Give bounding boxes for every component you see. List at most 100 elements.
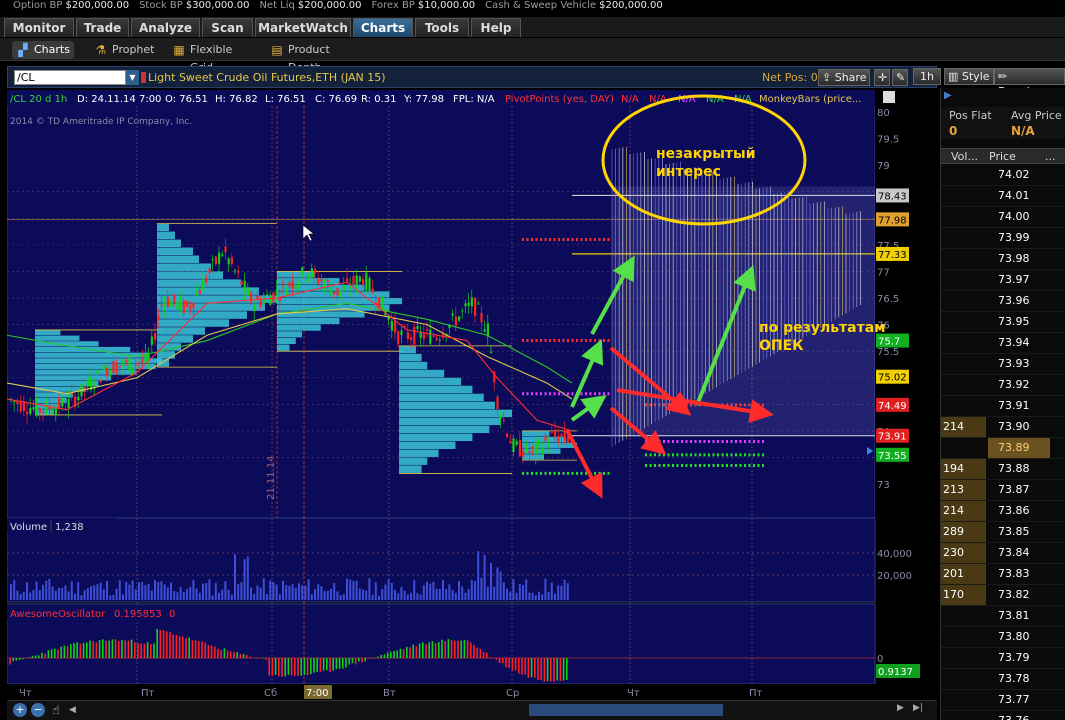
dom-price-cell[interactable]: 73.98 [988,249,1050,269]
subtab-flexible-grid[interactable]: ▦Flexible Grid [168,41,254,74]
dom-row[interactable]: 213 73.87 [941,480,1065,501]
collapse-arrow-icon[interactable]: ▶ [944,90,952,101]
dom-row[interactable]: 289 73.85 [941,522,1065,543]
scroll-left-icon[interactable]: ◀ [69,703,81,717]
dom-price-cell[interactable]: 73.83 [988,564,1050,584]
dom-price-cell[interactable]: 73.78 [988,669,1050,689]
tab-monitor[interactable]: Monitor [4,18,74,37]
style-button[interactable]: ▥ Style [944,68,994,85]
zoom-out-icon[interactable]: − [31,703,45,717]
subtab-charts[interactable]: ▞ Charts [12,41,74,59]
dom-volume-cell[interactable] [941,354,986,374]
symbol-input[interactable]: /CL [14,70,126,85]
dom-row[interactable]: 73.93 [941,354,1065,375]
dom-price-cell[interactable]: 73.82 [988,585,1050,605]
dom-volume-cell[interactable]: 213 [941,480,986,500]
dom-price-cell[interactable]: 73.93 [988,354,1050,374]
chart-scrollbar-thumb[interactable] [529,704,723,716]
dom-row[interactable]: 73.96 [941,291,1065,312]
dom-volume-cell[interactable] [941,207,986,227]
scroll-end-icon[interactable]: ▶| [913,703,927,717]
tab-marketwatch[interactable]: MarketWatch [255,18,351,37]
dom-row[interactable]: 73.76 [941,711,1065,720]
dom-volume-cell[interactable] [941,186,986,206]
dom-volume-cell[interactable] [941,606,986,626]
crosshair-tool-button[interactable]: ✛ [874,69,890,86]
dom-volume-cell[interactable] [941,711,986,720]
dom-price-cell[interactable]: 73.79 [988,648,1050,668]
dom-row[interactable]: 230 73.84 [941,543,1065,564]
dom-row[interactable]: 73.91 [941,396,1065,417]
dom-row[interactable]: 74.02 [941,165,1065,186]
dom-row[interactable]: 73.77 [941,690,1065,711]
dom-volume-cell[interactable] [941,333,986,353]
dom-price-cell[interactable]: 73.95 [988,312,1050,332]
dom-volume-cell[interactable] [941,438,986,458]
subtab-product-depth[interactable]: ▤Product Depth [266,41,364,74]
dom-volume-cell[interactable] [941,249,986,269]
dom-volume-cell[interactable] [941,165,986,185]
dom-volume-cell[interactable] [941,669,986,689]
dom-volume-cell[interactable] [941,291,986,311]
dom-row[interactable]: 73.89 [941,438,1065,459]
dom-col-volume[interactable]: Vol... [951,150,978,163]
dom-row[interactable]: 73.95 [941,312,1065,333]
dom-volume-cell[interactable] [941,270,986,290]
tab-trade[interactable]: Trade [76,18,129,37]
dom-price-cell[interactable]: 73.92 [988,375,1050,395]
tab-help[interactable]: Help [471,18,521,37]
dom-price-cell[interactable]: 74.02 [988,165,1050,185]
dom-price-cell[interactable]: 73.97 [988,270,1050,290]
dom-volume-cell[interactable] [941,375,986,395]
dom-row[interactable]: 201 73.83 [941,564,1065,585]
tab-tools[interactable]: Tools [415,18,469,37]
dom-volume-cell[interactable] [941,627,986,647]
symbol-link-icon[interactable] [141,72,146,83]
dom-volume-cell[interactable]: 214 [941,417,986,437]
dom-price-cell[interactable]: 73.85 [988,522,1050,542]
dom-row[interactable]: 214 73.90 [941,417,1065,438]
dom-price-cell[interactable]: 73.87 [988,480,1050,500]
dom-price-cell[interactable]: 74.00 [988,207,1050,227]
dom-col-price[interactable]: Price [989,150,1016,163]
chart-canvas[interactable]: /CL 20 d 1h D: 24.11.14 7:00 O: 76.51 H: 76… [7,90,937,700]
share-button[interactable]: ⇪ Share [818,69,871,86]
tab-scan[interactable]: Scan [202,18,253,37]
dom-row[interactable]: 170 73.82 [941,585,1065,606]
dom-price-cell[interactable]: 73.94 [988,333,1050,353]
dom-volume-cell[interactable] [941,396,986,416]
dom-volume-cell[interactable]: 289 [941,522,986,542]
dom-price-cell[interactable]: 73.90 [988,417,1050,437]
dom-price-cell[interactable]: 73.89 [988,438,1050,458]
dom-row[interactable]: 74.01 [941,186,1065,207]
dom-row[interactable]: 74.00 [941,207,1065,228]
dom-volume-cell[interactable] [941,312,986,332]
dom-volume-cell[interactable] [941,228,986,248]
timeframe-button[interactable]: 1h [913,68,941,85]
dom-price-cell[interactable]: 73.99 [988,228,1050,248]
dom-price-cell[interactable]: 73.80 [988,627,1050,647]
chart-panel[interactable]: /CL 20 d 1h D: 24.11.14 7:00 O: 76.51 H: 76… [7,90,937,700]
zoom-in-icon[interactable]: + [13,703,27,717]
dom-price-cell[interactable]: 73.88 [988,459,1050,479]
dom-row[interactable]: 73.78 [941,669,1065,690]
dom-price-cell[interactable]: 74.01 [988,186,1050,206]
dom-row[interactable]: 73.97 [941,270,1065,291]
dom-volume-cell[interactable]: 170 [941,585,986,605]
dom-price-cell[interactable]: 73.77 [988,690,1050,710]
dom-volume-cell[interactable]: 194 [941,459,986,479]
drawings-button[interactable]: ✏ Drawings [994,68,1065,98]
dom-volume-cell[interactable] [941,690,986,710]
dom-price-cell[interactable]: 73.76 [988,711,1050,720]
dom-row[interactable]: 73.94 [941,333,1065,354]
dom-col-more[interactable]: ... [1045,150,1056,163]
dom-volume-cell[interactable] [941,648,986,668]
dom-price-cell[interactable]: 73.96 [988,291,1050,311]
settings-tool-button[interactable]: ✎ [892,69,908,86]
dom-row[interactable]: 73.79 [941,648,1065,669]
dom-price-cell[interactable]: 73.86 [988,501,1050,521]
tab-analyze[interactable]: Analyze [131,18,200,37]
dom-row[interactable]: 194 73.88 [941,459,1065,480]
dom-row[interactable]: 73.98 [941,249,1065,270]
dom-volume-cell[interactable]: 201 [941,564,986,584]
